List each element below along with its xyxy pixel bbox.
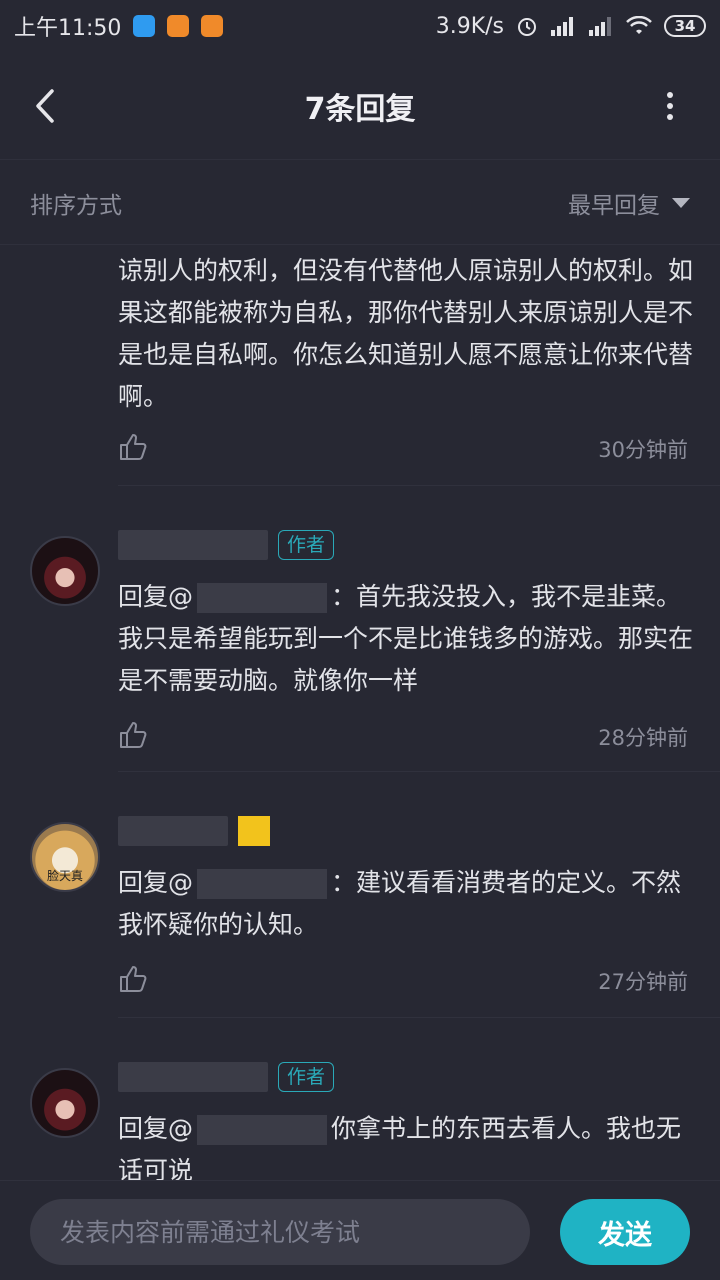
status-time: 上午11:50 xyxy=(14,16,122,41)
browser-notification-icon xyxy=(201,15,224,37)
network-speed: 3.9K/s xyxy=(435,13,504,39)
signal-icon xyxy=(589,17,611,36)
page-title: 7条回复 xyxy=(304,91,416,127)
mention-redacted[interactable] xyxy=(197,583,328,613)
battery-icon: 34 xyxy=(664,15,706,37)
caret-down-icon xyxy=(672,197,690,208)
thumbs-up-icon[interactable] xyxy=(118,720,148,750)
browser-notification-icon xyxy=(167,15,190,37)
reply-text: 回复@ ：首先我没投入，我不是韭菜。我只是希望能玩到一个不是比谁钱多的游戏。那实在… xyxy=(118,576,693,702)
username-row xyxy=(118,814,270,848)
reply-time: 30分钟前 xyxy=(598,438,688,462)
app-notification-icon xyxy=(133,15,156,37)
reply-prefix: 回复@ xyxy=(118,1114,194,1143)
avatar-caption: 脸天真 xyxy=(46,869,83,883)
user-badge-icon xyxy=(238,816,270,846)
sort-label: 排序方式 xyxy=(30,192,122,219)
reply-prefix: 回复@ xyxy=(118,582,194,611)
reply-item: 作者 回复@ 你拿书上的东西去看人。我也无话可说 xyxy=(0,1018,720,1180)
username-row: 作者 xyxy=(118,528,335,562)
username-redacted[interactable] xyxy=(118,816,228,846)
sort-selected-value: 最早回复 xyxy=(568,192,660,219)
alarm-icon xyxy=(518,18,536,36)
reply-item: 脸天真 回复@ ：建议看看消费者的定义。不然我怀疑你的认知。 27分钟前 xyxy=(0,772,720,1018)
username-redacted[interactable] xyxy=(118,530,268,560)
reply-time: 27分钟前 xyxy=(598,970,688,994)
reply-time: 28分钟前 xyxy=(598,726,688,750)
comment-bar: 发送 xyxy=(0,1180,720,1280)
more-options-icon[interactable] xyxy=(666,90,674,122)
reply-list[interactable]: 谅别人的权利，但没有代替他人原谅别人的权利。如果这都能被称为自私，那你代替别人来… xyxy=(0,246,720,1180)
reply-text: 谅别人的权利，但没有代替他人原谅别人的权利。如果这都能被称为自私，那你代替别人来… xyxy=(118,256,694,411)
thumbs-up-icon[interactable] xyxy=(118,964,148,994)
author-badge: 作者 xyxy=(278,530,335,560)
reply-item: 作者 回复@ ：首先我没投入，我不是韭菜。我只是希望能玩到一个不是比谁钱多的游戏。… xyxy=(0,486,720,772)
status-bar: 上午11:50 3.9K/s 34 xyxy=(0,0,720,52)
send-button[interactable]: 发送 xyxy=(560,1199,690,1265)
avatar[interactable] xyxy=(30,1068,100,1138)
avatar[interactable] xyxy=(30,536,100,606)
back-arrow-icon[interactable] xyxy=(30,88,60,124)
sort-dropdown[interactable]: 最早回复 xyxy=(568,186,690,220)
mention-redacted[interactable] xyxy=(197,869,328,899)
username-row: 作者 xyxy=(118,1060,335,1094)
reply-text: 回复@ ：建议看看消费者的定义。不然我怀疑你的认知。 xyxy=(118,862,693,946)
signal-icon xyxy=(551,17,573,36)
author-badge: 作者 xyxy=(278,1062,335,1092)
mention-redacted[interactable] xyxy=(197,1115,328,1145)
reply-prefix: 回复@ xyxy=(118,868,194,897)
avatar[interactable]: 脸天真 xyxy=(30,822,100,892)
top-bar: 7条回复 xyxy=(0,52,720,160)
username-redacted[interactable] xyxy=(118,1062,268,1092)
comment-input[interactable] xyxy=(30,1199,530,1265)
thumbs-up-icon[interactable] xyxy=(118,432,148,462)
wifi-icon xyxy=(626,16,652,34)
reply-text: 回复@ 你拿书上的东西去看人。我也无话可说 xyxy=(118,1108,693,1180)
sort-bar: 排序方式 最早回复 xyxy=(0,161,720,245)
reply-screen: 上午11:50 3.9K/s 34 7条回复 排序方式 最早回复 谅别人的权利，… xyxy=(0,0,720,1280)
reply-item: 谅别人的权利，但没有代替他人原谅别人的权利。如果这都能被称为自私，那你代替别人来… xyxy=(0,246,720,486)
